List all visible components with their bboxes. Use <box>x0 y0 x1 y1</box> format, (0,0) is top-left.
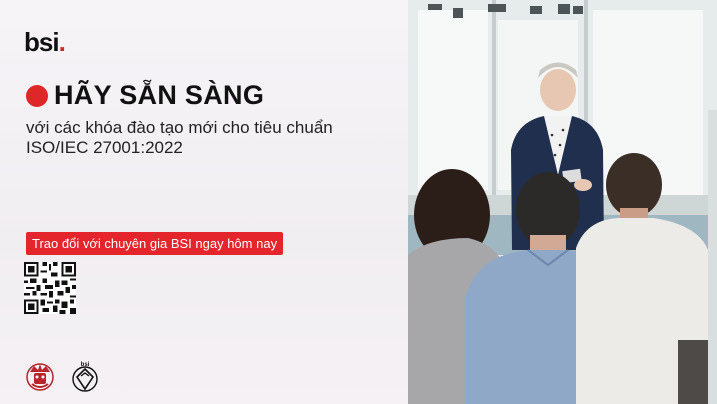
logo-text: bsi <box>24 27 60 57</box>
subheadline-line-2: ISO/IEC 27001:2022 <box>26 138 183 157</box>
bsi-kitemark-icon: bsi <box>72 362 98 392</box>
headline: HÃY SẴN SÀNG <box>54 80 265 110</box>
red-bullet-icon <box>26 84 48 107</box>
subheadline-line-1: với các khóa đào tạo mới cho tiêu chuẩn <box>26 118 333 137</box>
bsi-logo[interactable]: bsi. <box>24 27 66 58</box>
headline-row: HÃY SẴN SÀNG <box>26 80 264 111</box>
logo-dot: . <box>58 27 66 57</box>
subheadline: với các khóa đào tạo mới cho tiêu chuẩn … <box>26 118 386 158</box>
qr-code-icon[interactable] <box>24 262 76 314</box>
seminar-photo <box>408 0 717 404</box>
ad-banner: bsi. HÃY SẴN SÀNG với các khóa đào tạo m… <box>0 0 717 404</box>
royal-charter-seal-icon <box>26 363 54 391</box>
cta-button[interactable]: Trao đổi với chuyên gia BSI ngay hôm nay <box>26 232 284 255</box>
hero-photo <box>408 0 717 404</box>
text-panel: bsi. HÃY SẴN SÀNG với các khóa đào tạo m… <box>0 0 408 404</box>
